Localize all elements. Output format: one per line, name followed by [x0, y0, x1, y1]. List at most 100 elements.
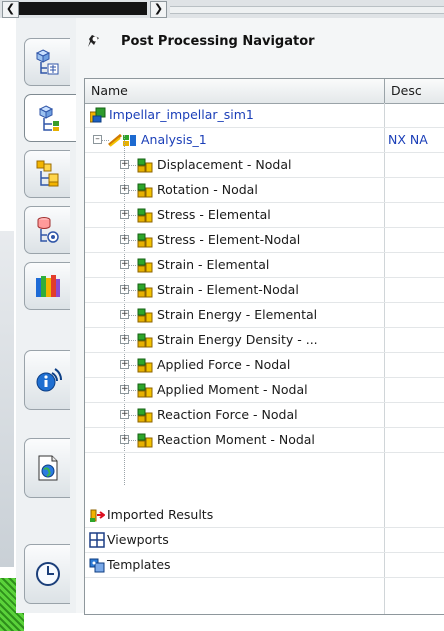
tree-connector	[129, 190, 136, 191]
expand-icon[interactable]: +	[120, 310, 129, 319]
post-processing-navigator: Post Processing Navigator Name Desc Impe…	[76, 18, 444, 615]
web-browser-tab[interactable]	[24, 438, 70, 498]
tree-row-result[interactable]: + Strain - Element-Nodal	[85, 278, 444, 303]
constraint-navigator-tab[interactable]	[24, 206, 70, 254]
tree-row-result[interactable]: + Reaction Force - Nodal	[85, 403, 444, 428]
tree-label-result: Applied Moment - Nodal	[157, 382, 308, 397]
result-type-icon	[137, 408, 153, 423]
tree-connector	[129, 365, 136, 366]
tree-label-viewports: Viewports	[107, 532, 169, 547]
history-tab[interactable]	[24, 544, 70, 604]
expand-icon[interactable]: +	[120, 435, 129, 444]
result-type-icon	[137, 158, 153, 173]
tree-row-sim[interactable]: Impellar_impellar_sim1	[85, 103, 444, 128]
tree-label-result: Strain Energy Density - ...	[157, 332, 318, 347]
web-browser-icon	[38, 455, 57, 481]
sim-navigator-tab[interactable]	[24, 94, 77, 142]
result-type-icon	[137, 233, 153, 248]
panel-header: Post Processing Navigator	[76, 18, 444, 64]
scrollbar-track[interactable]	[170, 6, 444, 14]
tree-connector	[129, 340, 136, 341]
tree-connector	[129, 390, 136, 391]
reuse-library-icon	[35, 275, 60, 297]
tree-label-imported-results: Imported Results	[107, 507, 214, 522]
tree-label-result: Stress - Element-Nodal	[157, 232, 301, 247]
roles-icon	[36, 368, 62, 392]
navigator-tree[interactable]: Name Desc Impellar_impellar_sim1 – Analy…	[84, 78, 444, 615]
tree-row-result[interactable]: + Applied Force - Nodal	[85, 353, 444, 378]
tree-row-result[interactable]: + Rotation - Nodal	[85, 178, 444, 203]
tree-label-result: Strain - Element-Nodal	[157, 282, 299, 297]
history-icon	[35, 562, 60, 586]
scrollbar-thumb[interactable]	[19, 2, 147, 15]
tree-label-result: Stress - Elemental	[157, 207, 271, 222]
tree-row-templates[interactable]: Templates	[85, 553, 444, 578]
tree-row-result[interactable]: + Stress - Element-Nodal	[85, 228, 444, 253]
tree-label-result: Reaction Force - Nodal	[157, 407, 298, 422]
graphics-background	[0, 231, 14, 567]
result-type-icon	[137, 433, 153, 448]
expand-icon[interactable]: +	[120, 260, 129, 269]
expand-icon[interactable]: +	[120, 385, 129, 394]
tree-label-result: Rotation - Nodal	[157, 182, 258, 197]
result-type-icon	[137, 258, 153, 273]
tree-row-imported-results[interactable]: Imported Results	[85, 503, 444, 528]
tree-connector	[129, 315, 136, 316]
imported-results-icon	[90, 509, 105, 522]
tree-connector	[129, 290, 136, 291]
assembly-navigator-tab[interactable]	[24, 38, 70, 86]
tree-label-analysis: Analysis_1	[141, 132, 207, 147]
tree-label-result: Strain - Elemental	[157, 257, 270, 272]
result-type-icon	[137, 333, 153, 348]
resource-bar	[16, 18, 77, 613]
tree-row-analysis[interactable]: – Analysis_1 NX NA	[85, 128, 444, 153]
tree-label-result: Applied Force - Nodal	[157, 357, 291, 372]
analysis-icon	[108, 133, 136, 147]
panel-title: Post Processing Navigator	[121, 33, 315, 49]
part-navigator-icon	[36, 160, 58, 187]
sim-file-icon	[90, 107, 106, 123]
tree-connector	[129, 440, 136, 441]
result-type-icon	[137, 208, 153, 223]
result-type-icon	[137, 308, 153, 323]
result-type-icon	[137, 183, 153, 198]
expand-icon[interactable]: +	[120, 360, 129, 369]
tree-row-result[interactable]: + Strain Energy - Elemental	[85, 303, 444, 328]
tree-row-result[interactable]: + Strain Energy Density - ...	[85, 328, 444, 353]
expand-icon[interactable]: +	[120, 185, 129, 194]
collapse-icon[interactable]: –	[93, 135, 102, 144]
column-separator[interactable]	[384, 79, 385, 103]
tree-header: Name Desc	[85, 79, 444, 104]
tree-desc-analysis: NX NA	[388, 132, 428, 147]
pin-icon[interactable]	[87, 33, 109, 49]
expand-icon[interactable]: +	[120, 335, 129, 344]
scroll-left-button[interactable]: ❮	[2, 1, 19, 18]
expand-icon[interactable]: +	[120, 235, 129, 244]
tree-row-viewports[interactable]: Viewports	[85, 528, 444, 553]
result-type-icon	[137, 358, 153, 373]
tree-label-sim: Impellar_impellar_sim1	[109, 107, 254, 122]
part-navigator-tab[interactable]	[24, 150, 70, 198]
roles-tab[interactable]	[24, 350, 70, 410]
scroll-right-button[interactable]: ❯	[150, 1, 167, 18]
horizontal-scrollbar[interactable]: ❮ ❯	[0, 0, 444, 19]
tree-row-result[interactable]: + Displacement - Nodal	[85, 153, 444, 178]
tree-connector	[129, 240, 136, 241]
tree-label-templates: Templates	[107, 557, 171, 572]
tree-connector	[129, 215, 136, 216]
tree-row-result[interactable]: + Stress - Elemental	[85, 203, 444, 228]
expand-icon[interactable]: +	[120, 410, 129, 419]
expand-icon[interactable]: +	[120, 160, 129, 169]
tree-row-result[interactable]: + Applied Moment - Nodal	[85, 378, 444, 403]
tree-row-result[interactable]: + Strain - Elemental	[85, 253, 444, 278]
reuse-library-tab[interactable]	[24, 262, 70, 310]
column-header-name[interactable]: Name	[91, 83, 128, 98]
sim-navigator-icon	[38, 105, 59, 131]
expand-icon[interactable]: +	[120, 210, 129, 219]
viewports-icon	[89, 532, 105, 548]
tree-row-result[interactable]: + Reaction Moment - Nodal	[85, 428, 444, 453]
column-header-description[interactable]: Desc	[391, 83, 422, 98]
templates-icon	[89, 558, 105, 573]
tree-connector	[129, 165, 136, 166]
expand-icon[interactable]: +	[120, 285, 129, 294]
